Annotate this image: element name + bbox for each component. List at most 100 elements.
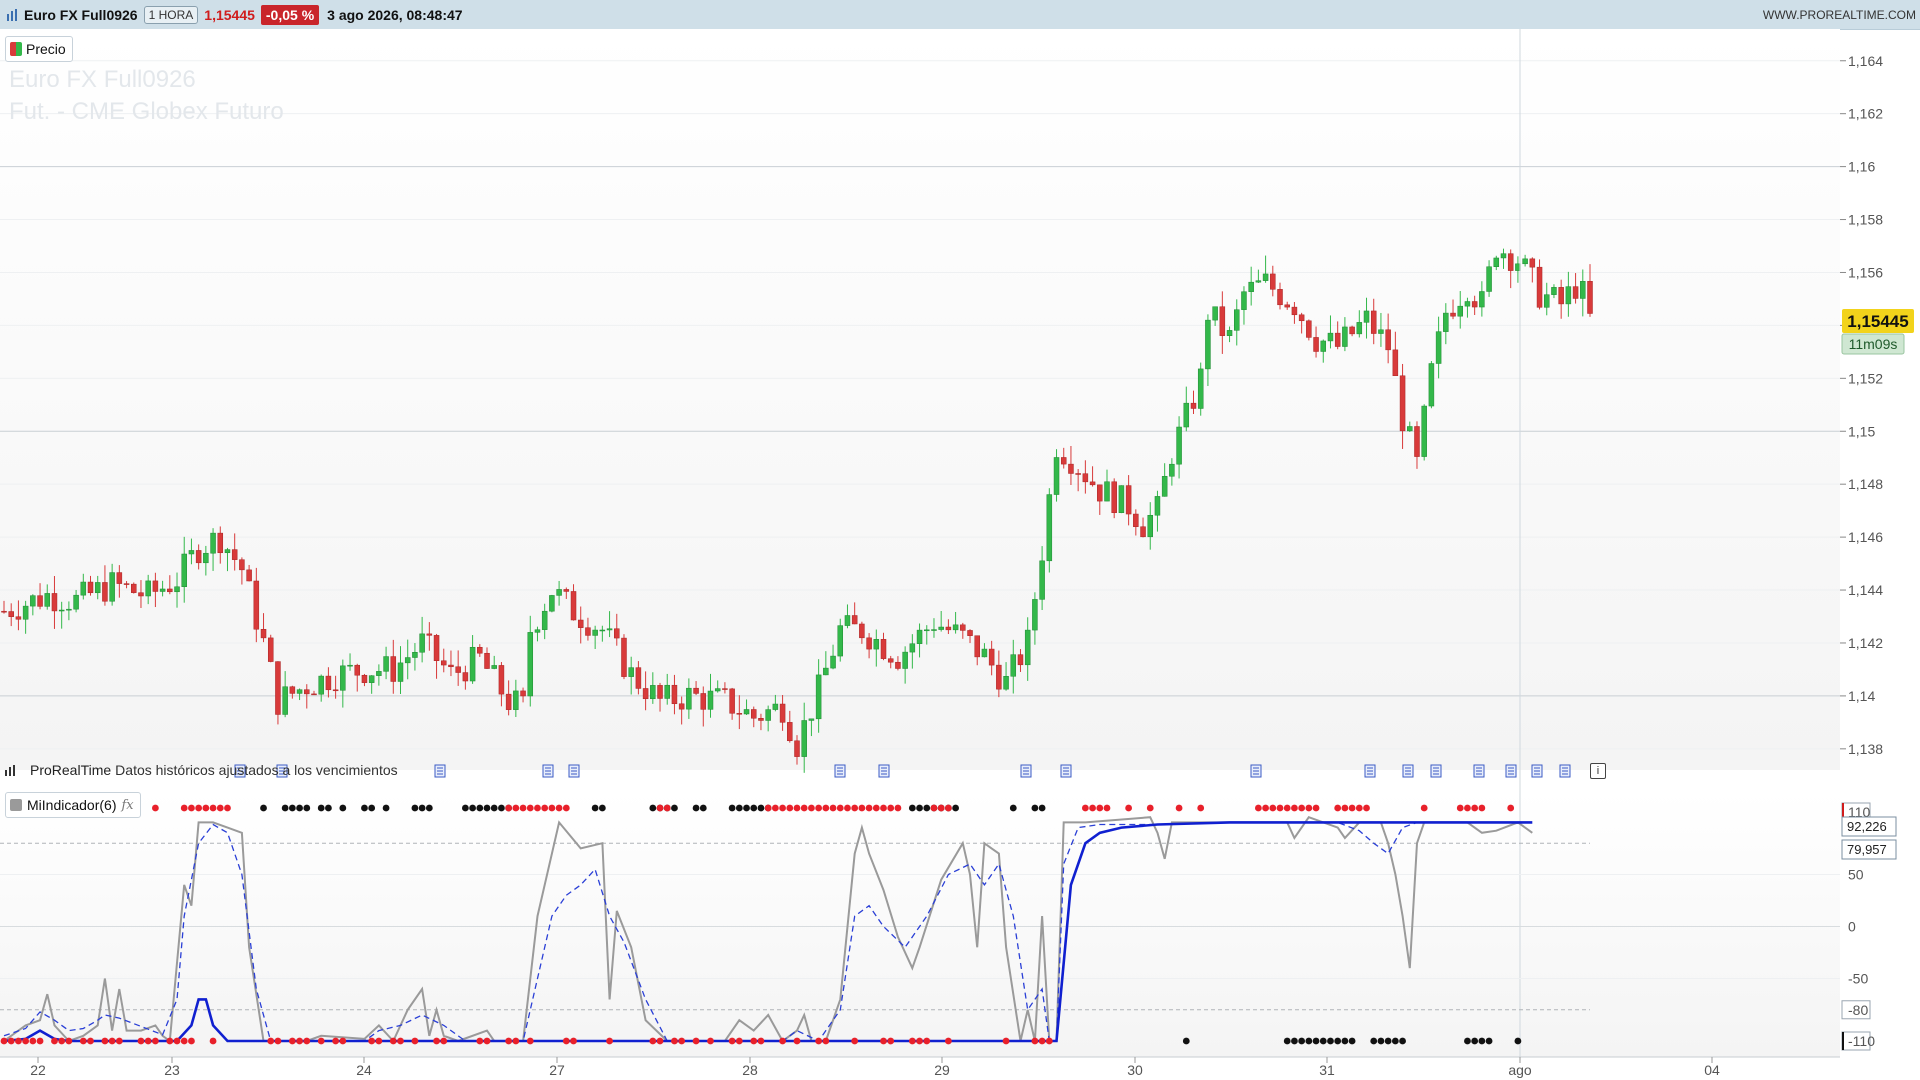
signal-dot xyxy=(144,1037,152,1045)
info-icon[interactable]: i xyxy=(1590,763,1606,779)
fx-formula-icon[interactable]: fx xyxy=(121,798,133,813)
candle-body xyxy=(1241,291,1247,310)
timeframe-selector[interactable]: 1 HORA xyxy=(143,5,199,24)
candle-body xyxy=(1385,329,1391,351)
signal-dot xyxy=(22,1037,30,1045)
candle-body xyxy=(743,709,750,715)
signal-dot xyxy=(591,804,599,812)
signal-dot xyxy=(534,804,541,812)
signal-dot xyxy=(1031,804,1039,812)
candle-body xyxy=(1551,287,1557,295)
x-tick-label: ago xyxy=(1508,1062,1532,1078)
candle-body xyxy=(909,643,916,653)
signal-dot xyxy=(461,804,469,812)
candle-body xyxy=(1392,349,1399,377)
signal-dot xyxy=(288,804,296,812)
signal-dot xyxy=(1305,1037,1313,1045)
candle-body xyxy=(325,675,332,691)
candle-body xyxy=(628,667,634,677)
candle-body xyxy=(988,648,995,666)
candle-body xyxy=(577,619,584,628)
signal-dot xyxy=(1089,804,1096,812)
signal-dot xyxy=(887,804,895,812)
candle-body xyxy=(484,652,490,669)
signal-dot xyxy=(368,804,376,812)
signal-dot xyxy=(858,804,866,812)
signal-dot xyxy=(562,1037,570,1045)
signal-dot xyxy=(1319,1037,1327,1045)
signal-dot xyxy=(786,804,794,812)
signal-dot xyxy=(505,1037,513,1045)
signal-dot xyxy=(1312,804,1320,812)
signal-dot xyxy=(151,804,159,812)
signal-dot xyxy=(303,804,311,812)
signal-dot xyxy=(339,1037,347,1045)
website-link[interactable]: WWW.PROREALTIME.COM xyxy=(1763,8,1916,22)
instrument-name[interactable]: Euro FX Full0926 xyxy=(24,7,138,23)
candle-body xyxy=(1262,273,1269,281)
signal-dot xyxy=(209,804,217,812)
signal-dot xyxy=(115,1037,123,1045)
signal-dot xyxy=(325,804,332,812)
candle-body xyxy=(1017,654,1024,666)
candle-body xyxy=(412,652,418,658)
document-event-icon xyxy=(1559,764,1571,778)
signal-dot xyxy=(433,1037,440,1045)
watermark-exchange: Fut. - CME Globex Futuro xyxy=(9,98,284,125)
document-event-icon xyxy=(878,764,890,778)
signal-dot xyxy=(1031,1037,1039,1045)
candle-body xyxy=(102,582,108,602)
signal-dot xyxy=(1125,804,1133,812)
candle-body xyxy=(1507,253,1514,271)
candle-body xyxy=(1457,305,1463,317)
candle-body xyxy=(916,629,923,644)
signal-dot xyxy=(1291,1037,1298,1045)
x-tick-label: 22 xyxy=(30,1062,46,1078)
signal-dot xyxy=(815,1037,823,1045)
candle-body xyxy=(1176,426,1182,465)
signal-dot xyxy=(952,804,959,812)
candle-body xyxy=(794,740,800,757)
candle-body xyxy=(231,549,238,560)
signal-dot xyxy=(908,804,916,812)
candle-body xyxy=(1356,322,1363,335)
signal-dot xyxy=(1175,804,1183,812)
signal-dot xyxy=(209,1037,217,1045)
candle-body xyxy=(123,583,130,585)
candle-body xyxy=(1407,426,1413,432)
signal-dot xyxy=(822,804,830,812)
indicator-tick-label: 0 xyxy=(1848,919,1856,935)
candle-body xyxy=(1421,405,1427,457)
indicator-tick-label: -50 xyxy=(1848,971,1868,987)
candle-body xyxy=(880,639,887,659)
candle-body xyxy=(614,628,620,639)
signal-dot xyxy=(519,804,527,812)
candle-body xyxy=(152,580,159,592)
chart-canvas[interactable]: 1,1641,1621,161,1581,1561,1541,1521,151,… xyxy=(0,29,1920,1080)
candle-body xyxy=(1097,484,1103,502)
price-legend-tag[interactable]: Precio xyxy=(5,36,73,62)
candle-body xyxy=(138,592,144,597)
candle-body xyxy=(844,615,851,626)
candle-body xyxy=(945,626,952,631)
candle-body xyxy=(224,549,231,554)
signal-dot xyxy=(656,1037,664,1045)
candle-body xyxy=(1543,294,1550,308)
signal-dot xyxy=(916,804,923,812)
candle-body xyxy=(585,627,591,636)
candle-body xyxy=(974,635,980,658)
candle-body xyxy=(750,709,757,719)
candle-body xyxy=(599,629,606,632)
candle-body xyxy=(1039,560,1045,600)
indicator-legend-tag[interactable]: MiIndicador(6) fx xyxy=(5,792,141,818)
candle-body xyxy=(1277,289,1283,306)
candle-body xyxy=(131,583,137,593)
candle-body xyxy=(1450,312,1456,317)
document-event-icon xyxy=(1364,764,1376,778)
signal-dot xyxy=(274,1037,282,1045)
signal-dot xyxy=(1355,804,1363,812)
candle-body xyxy=(520,690,526,697)
candle-body xyxy=(1291,306,1298,316)
signal-dot xyxy=(880,1037,887,1045)
signal-dot xyxy=(887,1037,895,1045)
